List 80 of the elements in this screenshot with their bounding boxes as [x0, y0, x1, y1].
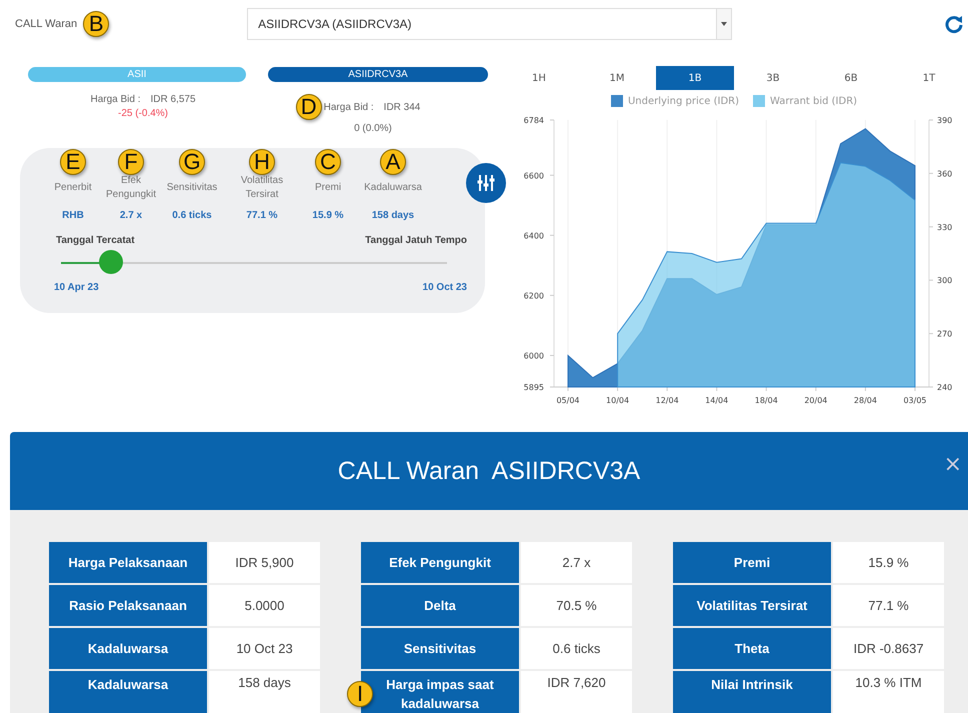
- end-date: 10 Oct 23: [422, 282, 467, 293]
- row-header: Kadaluwarsa: [48, 627, 208, 670]
- callout-badge: C: [315, 149, 341, 175]
- legend-label: Warrant bid (IDR): [770, 96, 858, 106]
- row-header: Volatilitas Tersirat: [672, 584, 832, 627]
- callout-badge: A: [380, 149, 406, 175]
- table-cell: IDR -0.8637: [832, 627, 945, 670]
- start-date: 10 Apr 23: [54, 282, 99, 293]
- page-title: CALL Waran: [15, 18, 78, 30]
- y-axis-label: 330: [937, 222, 952, 232]
- price-change: 0 (0.0%): [354, 123, 392, 134]
- x-axis-label: 28/04: [854, 396, 877, 405]
- y-axis-label: 6400: [524, 231, 544, 240]
- legend-label: Underlying price (IDR): [628, 96, 740, 106]
- instrument-pill: ASII: [28, 67, 246, 82]
- table-cell: 0.6 ticks: [520, 627, 633, 670]
- y-axis-label: 6784: [524, 116, 544, 125]
- table-cell: 10.3 % ITM: [832, 670, 945, 713]
- bid-value: IDR 6,575: [150, 94, 196, 105]
- y-axis-label: 6600: [524, 171, 544, 180]
- x-axis-label: 10/04: [606, 396, 630, 405]
- bid-label: Harga Bid :: [324, 102, 374, 112]
- callout-badge: D: [296, 94, 322, 120]
- table-cell: 5.0000: [208, 584, 321, 627]
- x-axis-label: 18/04: [754, 396, 778, 405]
- x-axis-label: 03/05: [903, 396, 927, 405]
- callout-badge: H: [249, 149, 275, 175]
- metric-label: Premi: [314, 181, 342, 195]
- y-axis-label: 270: [937, 330, 952, 339]
- metric-label: Efek Pengungkit: [104, 174, 158, 202]
- callout-badge: E: [60, 149, 86, 175]
- row-header: Sensitivitas: [360, 627, 520, 670]
- detail-title: CALL Waran ASIIDRCV3A: [338, 456, 640, 486]
- bid-label: Harga Bid :: [90, 94, 140, 105]
- metric-value: 15.9 %: [312, 210, 344, 221]
- callout-badge: I: [347, 681, 373, 707]
- end-date-label: Tanggal Jatuh Tempo: [365, 235, 467, 246]
- y-axis-label: 6000: [524, 351, 544, 360]
- table-cell: 10 Oct 23: [208, 627, 321, 670]
- price-change: -25 (-0.4%): [118, 108, 168, 119]
- table-cell: 2.7 x: [520, 541, 633, 584]
- table-cell: 15.9 %: [832, 541, 945, 584]
- metric-value: 77.1 %: [246, 210, 278, 221]
- table-cell: IDR 5,900: [208, 541, 321, 584]
- metric-value: 0.6 ticks: [172, 210, 212, 221]
- callout-badge: G: [179, 149, 205, 175]
- y-axis-label: 6200: [524, 291, 544, 300]
- row-header: Delta: [360, 584, 520, 627]
- callout-badge: F: [118, 149, 144, 175]
- table-cell: 77.1 %: [832, 584, 945, 627]
- bid-value: IDR 344: [384, 102, 420, 112]
- callout-badge: B: [83, 11, 110, 37]
- x-axis-label: 12/04: [656, 396, 679, 405]
- table-cell: 158 days: [208, 670, 321, 713]
- x-axis-label: 20/04: [804, 396, 828, 405]
- y-axis-label: 390: [937, 116, 952, 125]
- metric-label: Kadaluwarsa: [364, 181, 422, 195]
- start-date-label: Tanggal Tercatat: [56, 235, 135, 246]
- metric-value: RHB: [62, 210, 84, 221]
- row-header: Rasio Pelaksanaan: [48, 584, 208, 627]
- y-axis-label: 5895: [524, 383, 544, 392]
- y-axis-label: 300: [937, 276, 952, 286]
- y-axis-label: 360: [937, 169, 952, 178]
- row-header: Efek Pengungkit: [360, 541, 520, 584]
- table-cell: 70.5 %: [520, 584, 633, 627]
- row-header: Kadaluwarsa: [48, 670, 208, 713]
- row-header: Premi: [672, 541, 832, 584]
- row-header: Nilai Intrinsik: [672, 670, 832, 713]
- row-header: Harga Pelaksanaan: [48, 541, 208, 584]
- instrument-pill: ASIIDRCV3A: [268, 67, 488, 82]
- x-axis-label: 14/04: [705, 396, 728, 405]
- row-header: Theta: [672, 627, 832, 670]
- metric-value: 2.7 x: [120, 210, 142, 221]
- y-axis-label: 240: [937, 383, 952, 392]
- x-axis-label: 05/04: [556, 396, 580, 405]
- metric-label: Penerbit: [54, 181, 92, 195]
- metric-label: Sensitivitas: [166, 181, 218, 195]
- metric-label: Volatilitas Tersirat: [240, 174, 284, 202]
- metric-value: 158 days: [372, 210, 414, 221]
- table-cell: IDR 7,620: [520, 670, 633, 713]
